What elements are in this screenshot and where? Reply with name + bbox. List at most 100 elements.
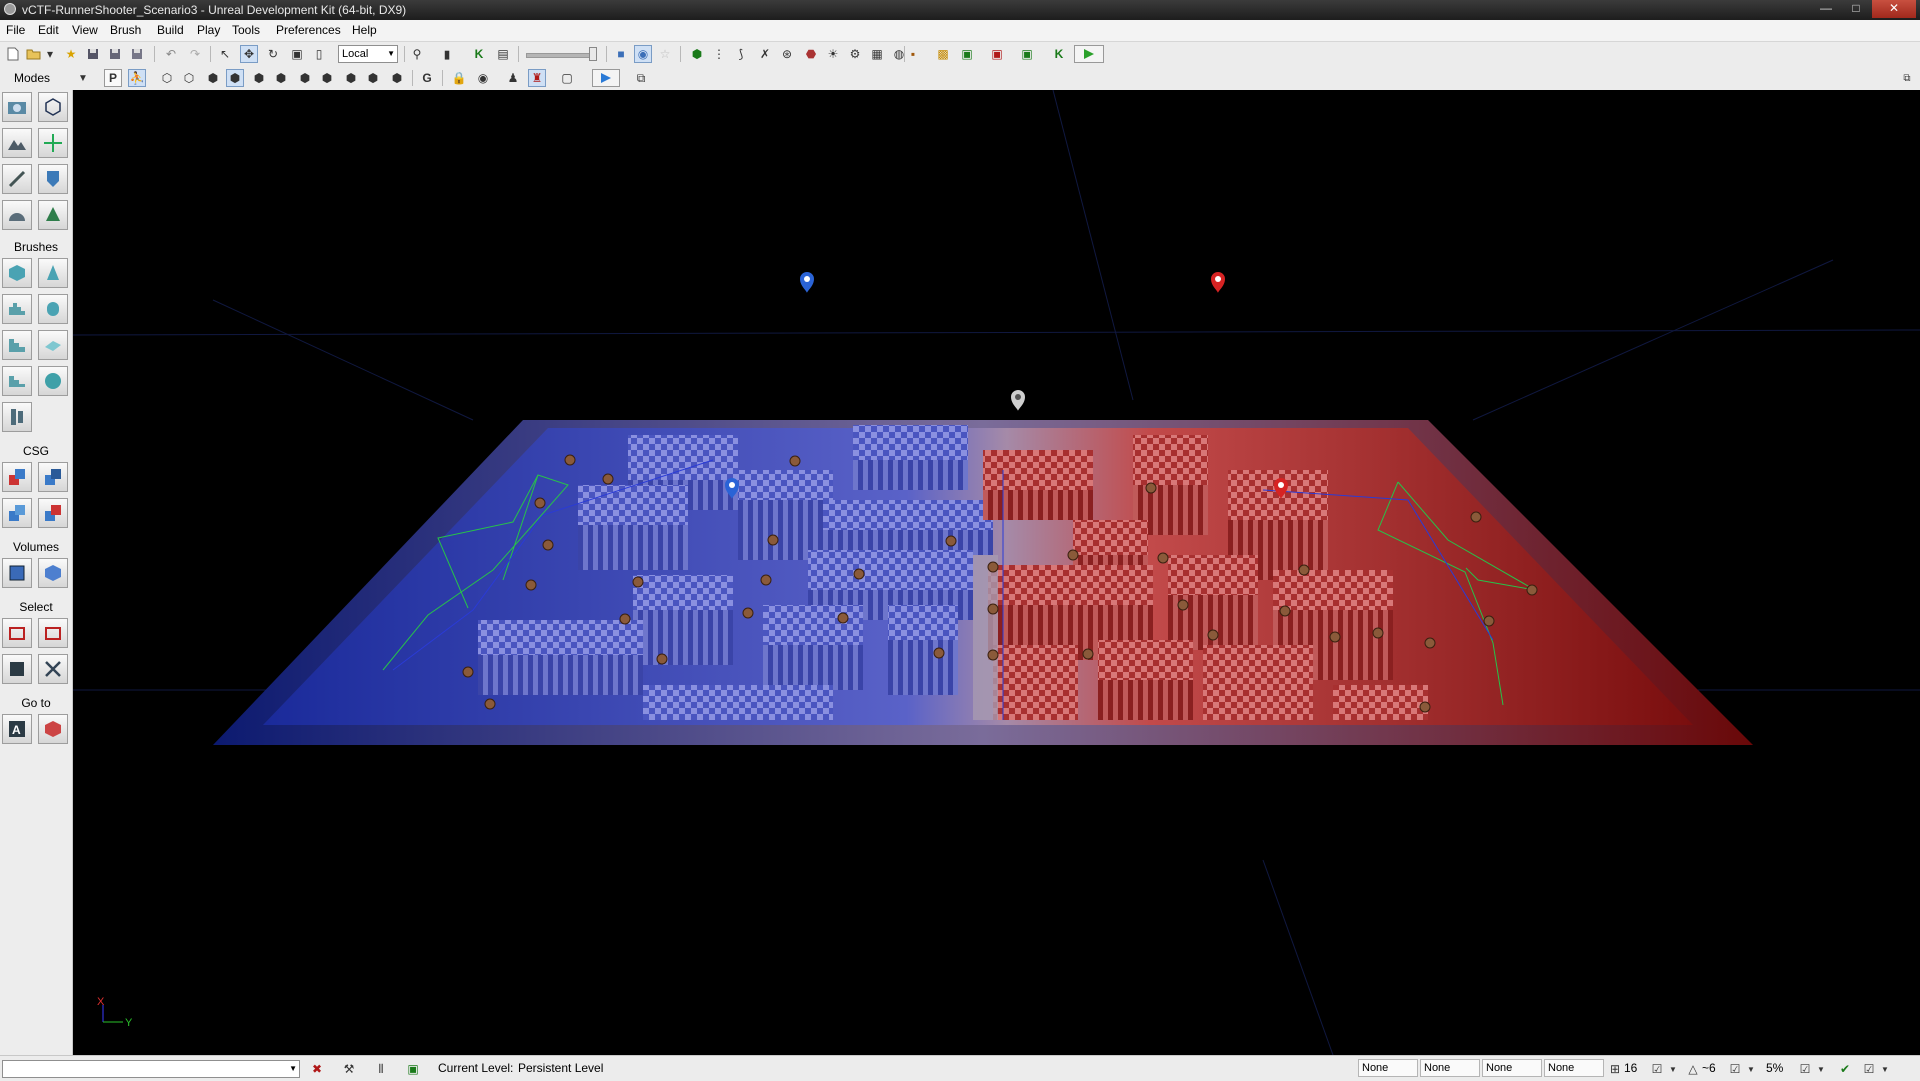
kismet-icon[interactable]: K	[470, 45, 488, 63]
close-button[interactable]: ✕	[1872, 0, 1916, 18]
volumetric-brush-icon[interactable]	[2, 402, 32, 432]
unreal-app-icon[interactable]	[4, 3, 16, 15]
terrain-mode-icon[interactable]	[2, 128, 32, 158]
spiral-stair-icon[interactable]	[2, 366, 32, 396]
level-icon[interactable]: ▣	[404, 1060, 422, 1078]
select-invert-icon[interactable]	[2, 654, 32, 684]
hide-selected-icon[interactable]	[38, 618, 68, 648]
sheet-brush-icon[interactable]	[38, 330, 68, 360]
menu-view[interactable]: View	[72, 23, 98, 37]
play-button[interactable]	[1074, 45, 1104, 63]
linear-stair-icon[interactable]	[2, 330, 32, 360]
cube-brush-icon[interactable]	[2, 258, 32, 288]
menu-play[interactable]: Play	[197, 23, 220, 37]
scale-snap-dropdown[interactable]: ▼	[1812, 1060, 1830, 1078]
lit-icon[interactable]: ⬢	[226, 69, 244, 87]
find-actor-icon[interactable]: ⚲	[408, 45, 426, 63]
grid-icon[interactable]: G	[418, 69, 436, 87]
split-icon[interactable]: ⫴	[372, 1060, 390, 1078]
realtime-icon[interactable]: ■	[612, 45, 630, 63]
maximize-button[interactable]: □	[1842, 0, 1870, 18]
camera-speed-slider[interactable]	[526, 53, 596, 58]
lightmap-density-icon[interactable]: ⬢	[364, 69, 382, 87]
add-volume-icon[interactable]	[2, 558, 32, 588]
build-geometry-icon[interactable]: ⬢	[688, 45, 706, 63]
command-input[interactable]: ▼	[2, 1060, 300, 1078]
map-check-icon[interactable]: ▦	[868, 45, 886, 63]
menu-tools[interactable]: Tools	[232, 23, 260, 37]
menu-help[interactable]: Help	[352, 23, 377, 37]
console-icon[interactable]: ▣	[988, 45, 1006, 63]
light-complexity-icon[interactable]: ⬢	[296, 69, 314, 87]
realtime-preview-icon[interactable]	[592, 69, 620, 87]
cone-brush-icon[interactable]	[38, 258, 68, 288]
play-in-editor-icon[interactable]: ▣	[1018, 45, 1036, 63]
package-icon[interactable]: ▪	[904, 45, 922, 63]
undo-icon[interactable]: ↶	[162, 45, 180, 63]
build-all-icon[interactable]: ⊛	[778, 45, 796, 63]
camera-view-icon[interactable]: ◉	[474, 69, 492, 87]
menu-build[interactable]: Build	[157, 23, 184, 37]
csg-add-icon[interactable]	[2, 462, 32, 492]
texture-align-icon[interactable]	[38, 128, 68, 158]
static-mesh-icon[interactable]	[2, 200, 32, 230]
volume-options-icon[interactable]	[38, 558, 68, 588]
scale-icon[interactable]: ▣	[288, 45, 306, 63]
sphere-brush-icon[interactable]	[38, 366, 68, 396]
viewport-window-icon[interactable]: ⧉	[632, 69, 650, 87]
realtime-audio-dropdown[interactable]: ▼	[1876, 1060, 1894, 1078]
rotate-icon[interactable]: ↻	[264, 45, 282, 63]
camera-mode-icon[interactable]	[2, 92, 32, 122]
menu-edit[interactable]: Edit	[38, 23, 59, 37]
lock-icon[interactable]: 🔒	[450, 69, 468, 87]
play-on-pc-icon[interactable]: K	[1050, 45, 1068, 63]
menu-preferences[interactable]: Preferences	[276, 23, 341, 37]
viewport-options-dropdown[interactable]: ▼	[74, 69, 92, 87]
detail-lighting-icon[interactable]: ⬢	[250, 69, 268, 87]
cascade-icon[interactable]: ▩	[934, 45, 952, 63]
tool-icon[interactable]: ⚒	[340, 1060, 358, 1078]
kismet-bar-icon[interactable]: ▮	[438, 45, 456, 63]
game-view-icon[interactable]: ⛹	[128, 69, 146, 87]
cylinder-brush-icon[interactable]	[38, 294, 68, 324]
csg-subtract-icon[interactable]	[38, 462, 68, 492]
new-icon[interactable]	[4, 45, 22, 63]
build-light-icon[interactable]: ⋮	[710, 45, 728, 63]
build-errors-icon[interactable]: ✖	[308, 1060, 326, 1078]
show-all-icon[interactable]	[38, 654, 68, 684]
save-icon[interactable]	[84, 45, 102, 63]
show-selected-icon[interactable]	[2, 618, 32, 648]
lighting-quality-icon[interactable]: ☀	[824, 45, 842, 63]
recent-dropdown-icon[interactable]: ▾	[44, 45, 56, 63]
coordinate-system-dropdown[interactable]: Local ▼	[338, 45, 398, 63]
csg-deintersect-icon[interactable]	[38, 498, 68, 528]
actor-visibility-icon[interactable]: ♜	[528, 69, 546, 87]
perspective-viewport[interactable]: X Y	[73, 90, 1920, 1055]
bounding-box-icon[interactable]: ▢	[558, 69, 576, 87]
save-all-icon[interactable]	[128, 45, 146, 63]
build-covers-icon[interactable]: ✗	[756, 45, 774, 63]
build-content-icon[interactable]: ⬣	[802, 45, 820, 63]
goto-actor-icon[interactable]: A	[2, 714, 32, 744]
minimize-button[interactable]: —	[1812, 0, 1840, 18]
build-paths-icon[interactable]: ⟆	[732, 45, 750, 63]
play-quality-icon[interactable]: ⚙	[846, 45, 864, 63]
foliage-icon[interactable]	[38, 200, 68, 230]
shader-complexity-icon[interactable]: ⬢	[342, 69, 360, 87]
perspective-icon[interactable]: P	[104, 69, 122, 87]
player-start-icon[interactable]: ♟	[504, 69, 522, 87]
star-icon[interactable]: ☆	[656, 45, 674, 63]
camera-speed-thumb[interactable]	[589, 47, 597, 61]
matinee-icon[interactable]: ▤	[494, 45, 512, 63]
mesh-paint-icon[interactable]	[2, 164, 32, 194]
unlit-icon[interactable]: ⬢	[204, 69, 222, 87]
favorites-icon[interactable]: ★	[62, 45, 80, 63]
rotation-snap-icon[interactable]: △	[1684, 1060, 1702, 1078]
geometry-mode-icon[interactable]	[38, 92, 68, 122]
blue-flag-base-icon[interactable]	[800, 272, 814, 293]
kismet-open-icon[interactable]: ▣	[958, 45, 976, 63]
grid-size-dropdown[interactable]: ▼	[1664, 1060, 1682, 1078]
rotation-snap-dropdown[interactable]: ▼	[1742, 1060, 1760, 1078]
select-icon[interactable]: ↖	[216, 45, 234, 63]
collision-icon[interactable]: ⬢	[388, 69, 406, 87]
